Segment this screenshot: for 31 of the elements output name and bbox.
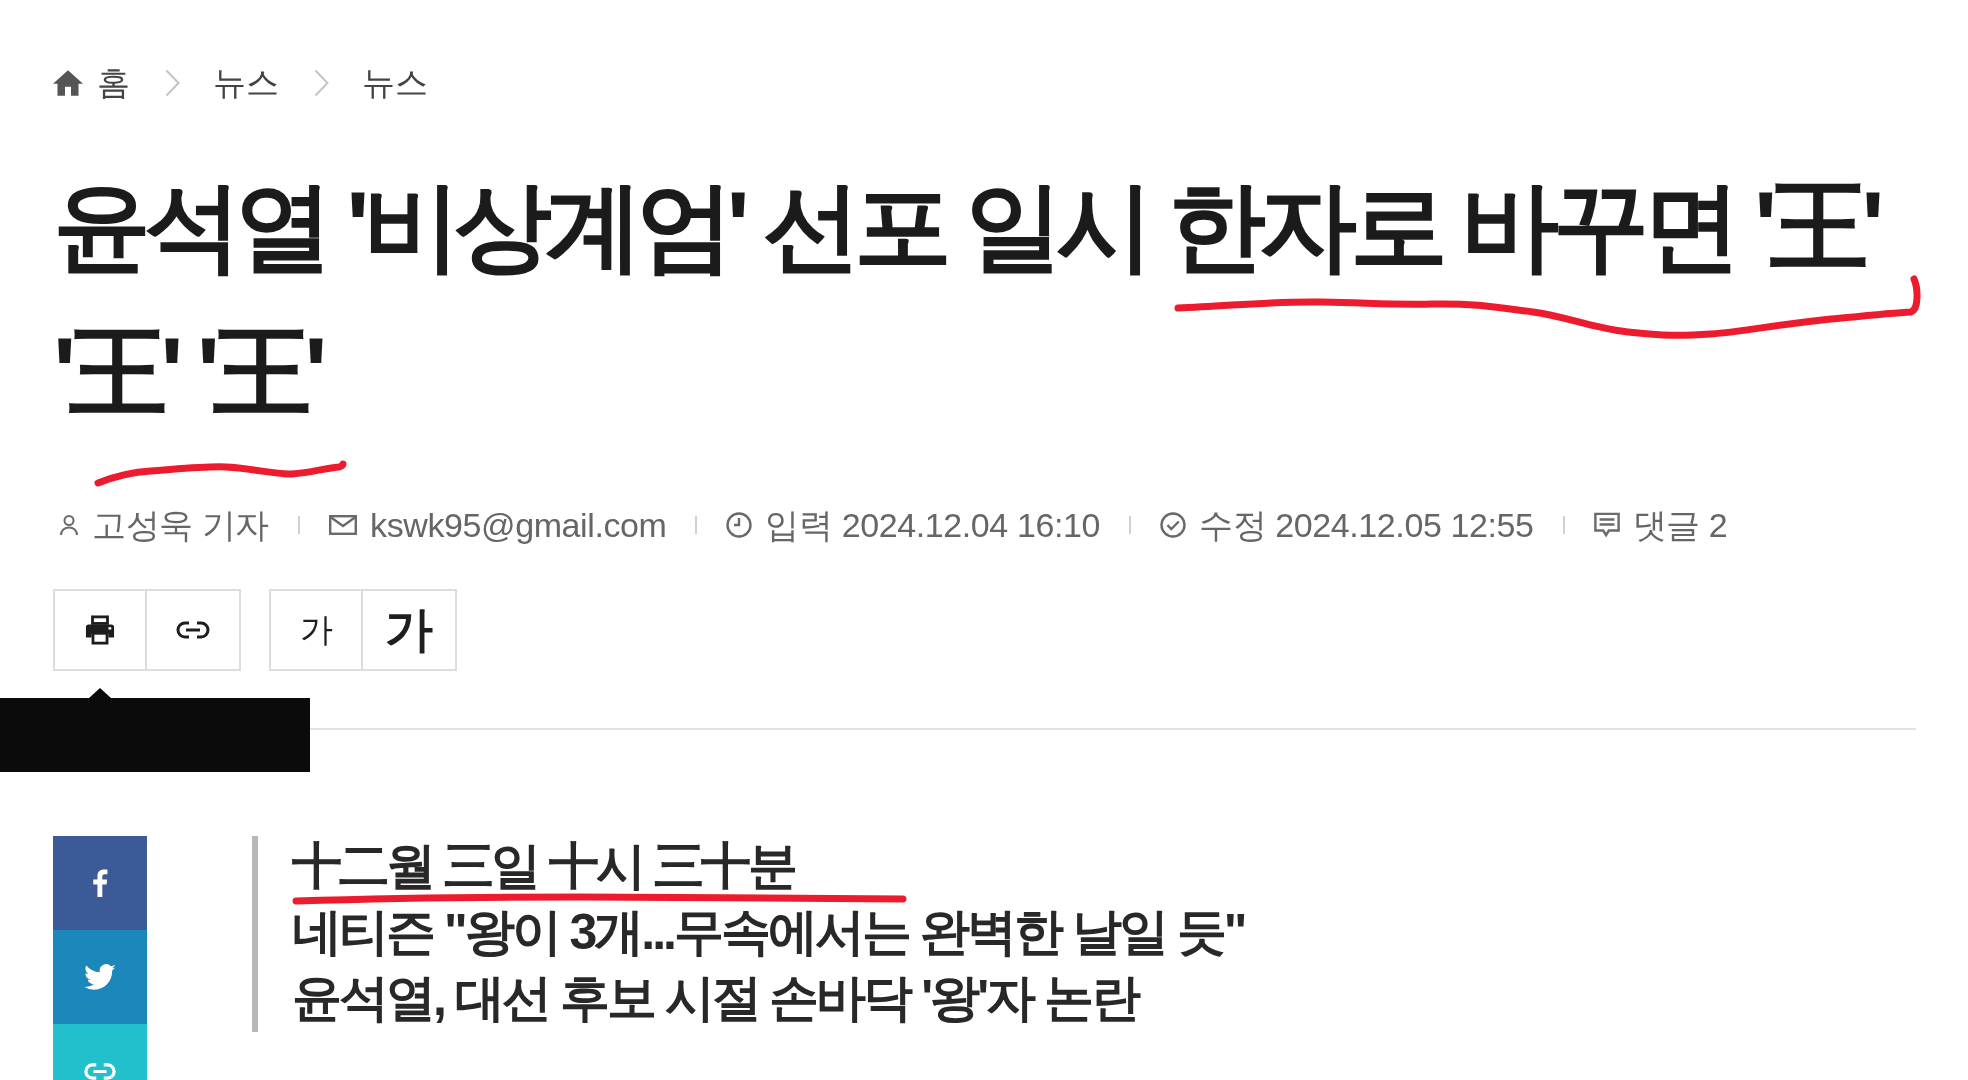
chevron-icon [314, 69, 329, 97]
twitter-share-button[interactable] [53, 930, 147, 1024]
subtitle-line: 十二월 三일 十시 三十분 [292, 838, 795, 894]
published-date: 입력 2024.12.04 16:10 [765, 505, 1100, 546]
author-name: 고성욱 기자 [92, 505, 270, 546]
subtitle-line: 네티즌 "왕이 3개...무속에서는 완벽한 날일 듯" [292, 904, 1245, 960]
updated-date: 수정 2024.12.05 12:55 [1199, 505, 1534, 546]
article-title: 윤석열 '비상계엄' 선포 일시 한자로 바꾸면 '王' '王' '王' [53, 170, 1880, 429]
subtitle-line: 윤석열, 대선 후보 시절 손바닥 '왕'자 논란 [292, 970, 1139, 1026]
chevron-icon [165, 69, 180, 97]
twitter-icon [84, 964, 116, 990]
author-email[interactable]: kswk95@gmail.com [370, 503, 667, 547]
link-icon [84, 1062, 116, 1080]
breadcrumb-link[interactable]: 뉴스 [362, 63, 428, 103]
link-icon [176, 621, 210, 639]
facebook-share-button[interactable] [53, 836, 147, 930]
comment-icon [1593, 512, 1620, 538]
print-button[interactable] [53, 589, 147, 671]
person-icon [59, 514, 79, 536]
mail-icon [329, 515, 358, 535]
breadcrumb-link[interactable]: 뉴스 [213, 63, 279, 103]
copy-link-button[interactable] [147, 589, 241, 671]
printer-icon [85, 615, 115, 645]
text-larger-button[interactable]: 가 [363, 589, 457, 671]
text-smaller-button[interactable]: 가 [269, 589, 363, 671]
home-icon [53, 69, 83, 97]
facebook-icon [92, 869, 108, 897]
clock-icon [726, 512, 753, 538]
breadcrumb-link[interactable]: 홈 [53, 63, 130, 103]
comment-count[interactable]: 댓글 2 [1632, 503, 1728, 547]
check-circle-icon [1160, 512, 1186, 538]
